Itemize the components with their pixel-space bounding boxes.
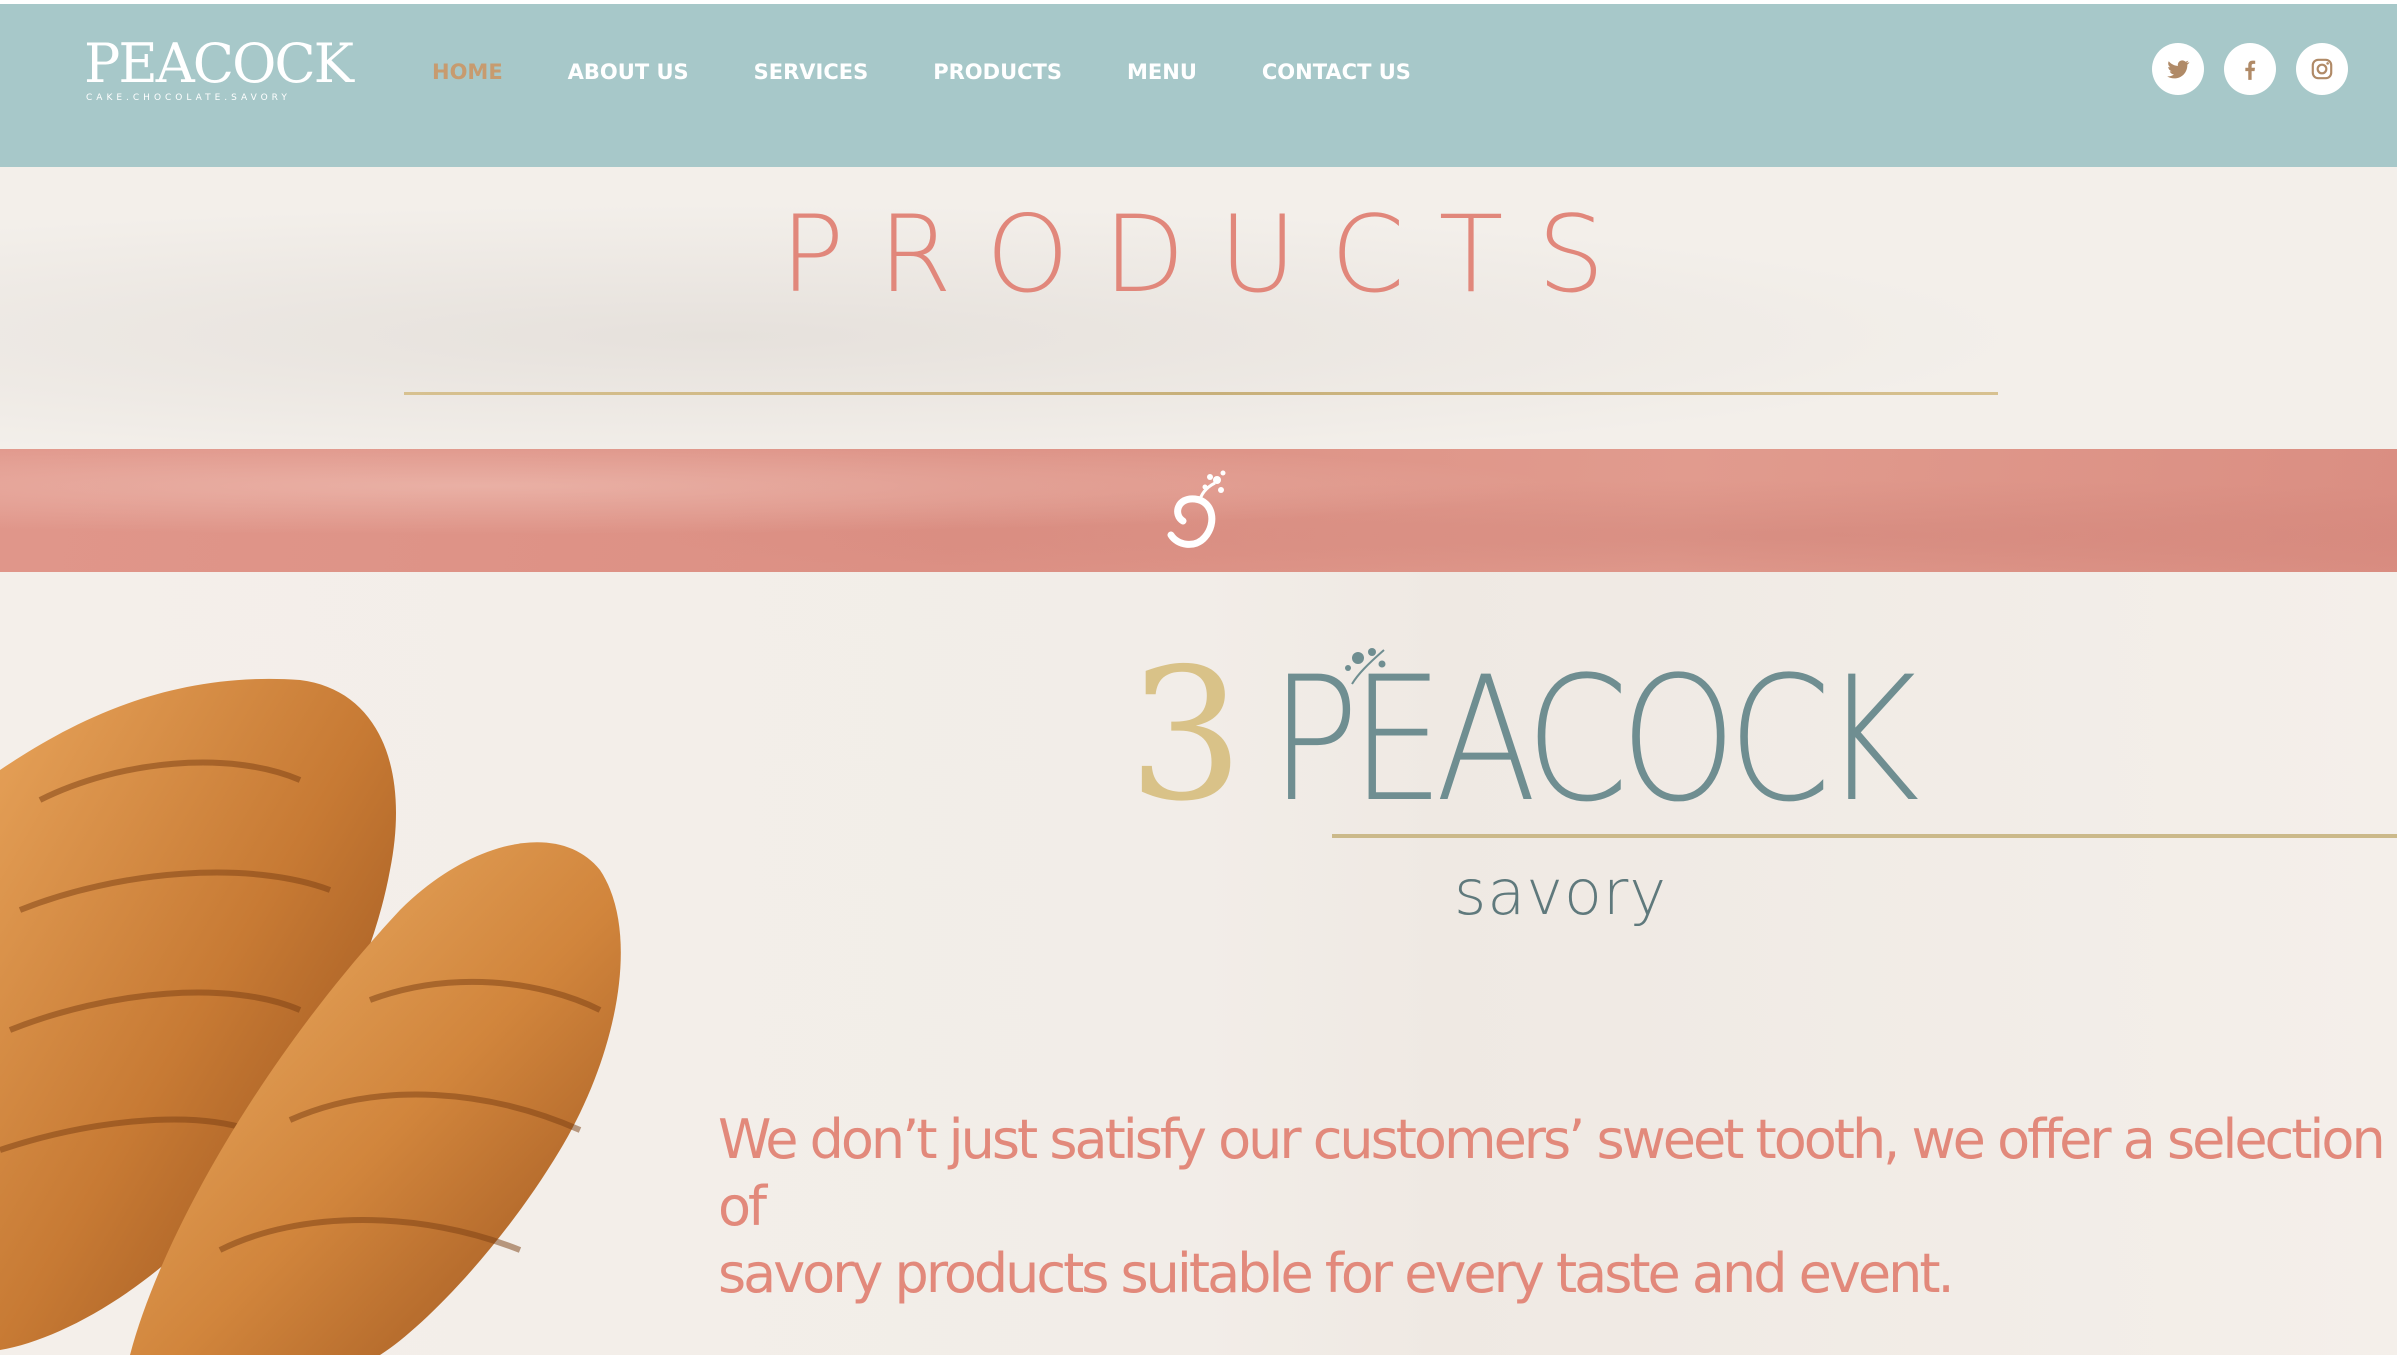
instagram-icon	[2311, 58, 2333, 80]
page-title: PRODUCTS	[780, 193, 1639, 316]
twitter-button[interactable]	[2152, 43, 2204, 95]
nav-about-us[interactable]: ABOUT US	[568, 60, 689, 84]
twitter-icon	[2167, 60, 2190, 79]
intro-line-2: savory products suitable for every taste…	[718, 1242, 1955, 1305]
social-links	[2152, 43, 2348, 95]
nav-contact-us[interactable]: CONTACT US	[1262, 60, 1411, 84]
logo-tagline: CAKE.CHOCOLATE.SAVORY	[86, 93, 291, 103]
brand-subtitle: savory	[1454, 856, 1668, 929]
title-divider	[404, 392, 1998, 395]
facebook-button[interactable]	[2224, 43, 2276, 95]
croissant-image	[0, 678, 621, 1355]
nav-home[interactable]: HOME	[432, 60, 503, 84]
nav-products[interactable]: PRODUCTS	[933, 60, 1062, 84]
intro-line-1: We don’t just satisfy our customers’ swe…	[718, 1108, 2386, 1238]
instagram-button[interactable]	[2296, 43, 2348, 95]
peacock-emblem-icon	[1167, 470, 1226, 548]
nav-services[interactable]: SERVICES	[754, 60, 869, 84]
site-logo[interactable]: PEACOCK CAKE.CHOCOLATE.SAVORY	[84, 34, 354, 109]
brand-number: 3	[1128, 629, 1244, 841]
logo-wordmark: PEACOCK	[84, 32, 354, 95]
brand-divider	[1332, 834, 2397, 838]
nav-menu[interactable]: MENU	[1127, 60, 1197, 84]
brand-wordmark: PEACOCK	[1270, 639, 1920, 840]
facebook-icon	[2245, 60, 2256, 80]
main-nav: HOME ABOUT US SERVICES PRODUCTS MENU CON…	[432, 56, 1476, 88]
site-header: PEACOCK CAKE.CHOCOLATE.SAVORY HOME ABOUT…	[0, 4, 2397, 167]
intro-text: We don’t just satisfy our customers’ swe…	[718, 1106, 2388, 1307]
